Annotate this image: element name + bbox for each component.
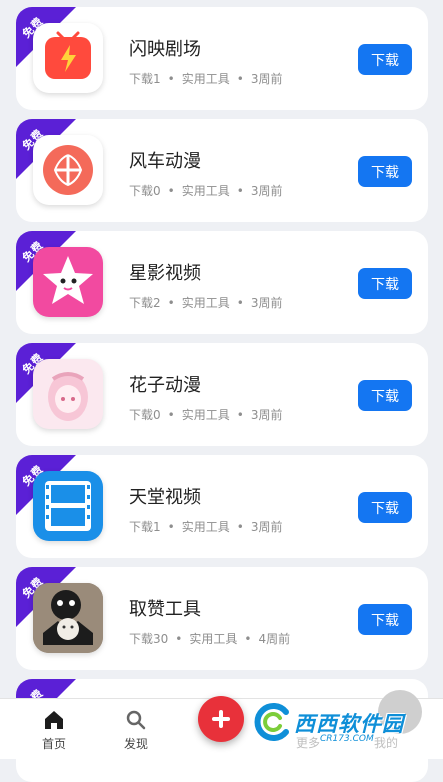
app-card[interactable]: 免费 风车动漫 下载0 • 实用工具 • 3周前 下载: [16, 119, 428, 222]
download-count: 下载0: [129, 184, 161, 198]
app-name: 花子动漫: [129, 375, 201, 396]
app-name: 星影视频: [129, 263, 201, 284]
cat-photo-icon[interactable]: [33, 583, 103, 653]
app-card[interactable]: 免费 取赞工具 下载30 • 实用工具 • 4周前 下载: [16, 567, 428, 670]
home-icon: [45, 711, 63, 729]
download-button[interactable]: 下载: [358, 380, 412, 411]
app-card[interactable]: 免费 天堂视频 下载1 • 实用工具 • 3周前 下载: [16, 455, 428, 558]
watermark: 西西软件园 CR173.COM: [246, 700, 406, 750]
app-name: 闪映剧场: [129, 39, 201, 60]
download-count: 下载2: [129, 296, 161, 310]
app-meta: 下载30 • 实用工具 • 4周前: [129, 632, 291, 646]
app-time: 3周前: [250, 72, 283, 86]
app-name: 取赞工具: [129, 599, 201, 620]
app-category: 实用工具: [181, 72, 230, 86]
app-category: 实用工具: [181, 184, 230, 198]
app-name: 风车动漫: [129, 151, 201, 172]
nav-discover[interactable]: 发现: [106, 699, 166, 759]
nav-home-label: 首页: [41, 737, 66, 751]
app-card[interactable]: 免费 闪映剧场 下载1 • 实用工具 • 3周前 下载: [16, 7, 428, 110]
app-meta: 下载1 • 实用工具 • 3周前: [129, 72, 283, 86]
app-time: 3周前: [250, 296, 283, 310]
download-count: 下载30: [129, 632, 169, 646]
app-meta: 下载1 • 实用工具 • 3周前: [129, 520, 283, 534]
download-button[interactable]: 下载: [358, 268, 412, 299]
download-button[interactable]: 下载: [358, 492, 412, 523]
download-button[interactable]: 下载: [358, 44, 412, 75]
watermark-url: CR173.COM: [320, 734, 374, 744]
search-icon: [126, 710, 146, 730]
download-count: 下载1: [129, 520, 161, 534]
pinwheel-icon[interactable]: [33, 135, 103, 205]
watermark-logo-icon: [254, 703, 289, 741]
download-count: 下载1: [129, 72, 161, 86]
app-category: 实用工具: [181, 520, 230, 534]
app-time: 3周前: [250, 184, 283, 198]
app-time: 4周前: [258, 632, 291, 646]
nav-home[interactable]: 首页: [24, 699, 84, 759]
app-card[interactable]: 免费 星影视频 下载2 • 实用工具 • 3周前 下载: [16, 231, 428, 334]
app-category: 实用工具: [189, 632, 238, 646]
app-time: 3周前: [250, 408, 283, 422]
tv-lightning-icon[interactable]: [33, 23, 103, 93]
app-category: 实用工具: [181, 296, 230, 310]
app-meta: 下载2 • 实用工具 • 3周前: [129, 296, 283, 310]
app-category: 实用工具: [181, 408, 230, 422]
app-name: 天堂视频: [129, 487, 201, 508]
app-card[interactable]: 免费 花子动漫 下载0 • 实用工具 • 3周前 下载: [16, 343, 428, 446]
film-strip-icon[interactable]: [33, 471, 103, 541]
download-button[interactable]: 下载: [358, 604, 412, 635]
app-meta: 下载0 • 实用工具 • 3周前: [129, 408, 283, 422]
add-button[interactable]: [198, 696, 244, 742]
star-face-icon[interactable]: [33, 247, 103, 317]
download-count: 下载0: [129, 408, 161, 422]
anime-girl-icon[interactable]: [33, 359, 103, 429]
app-time: 3周前: [250, 520, 283, 534]
download-button[interactable]: 下载: [358, 156, 412, 187]
nav-discover-label: 发现: [123, 737, 148, 751]
app-meta: 下载0 • 实用工具 • 3周前: [129, 184, 283, 198]
